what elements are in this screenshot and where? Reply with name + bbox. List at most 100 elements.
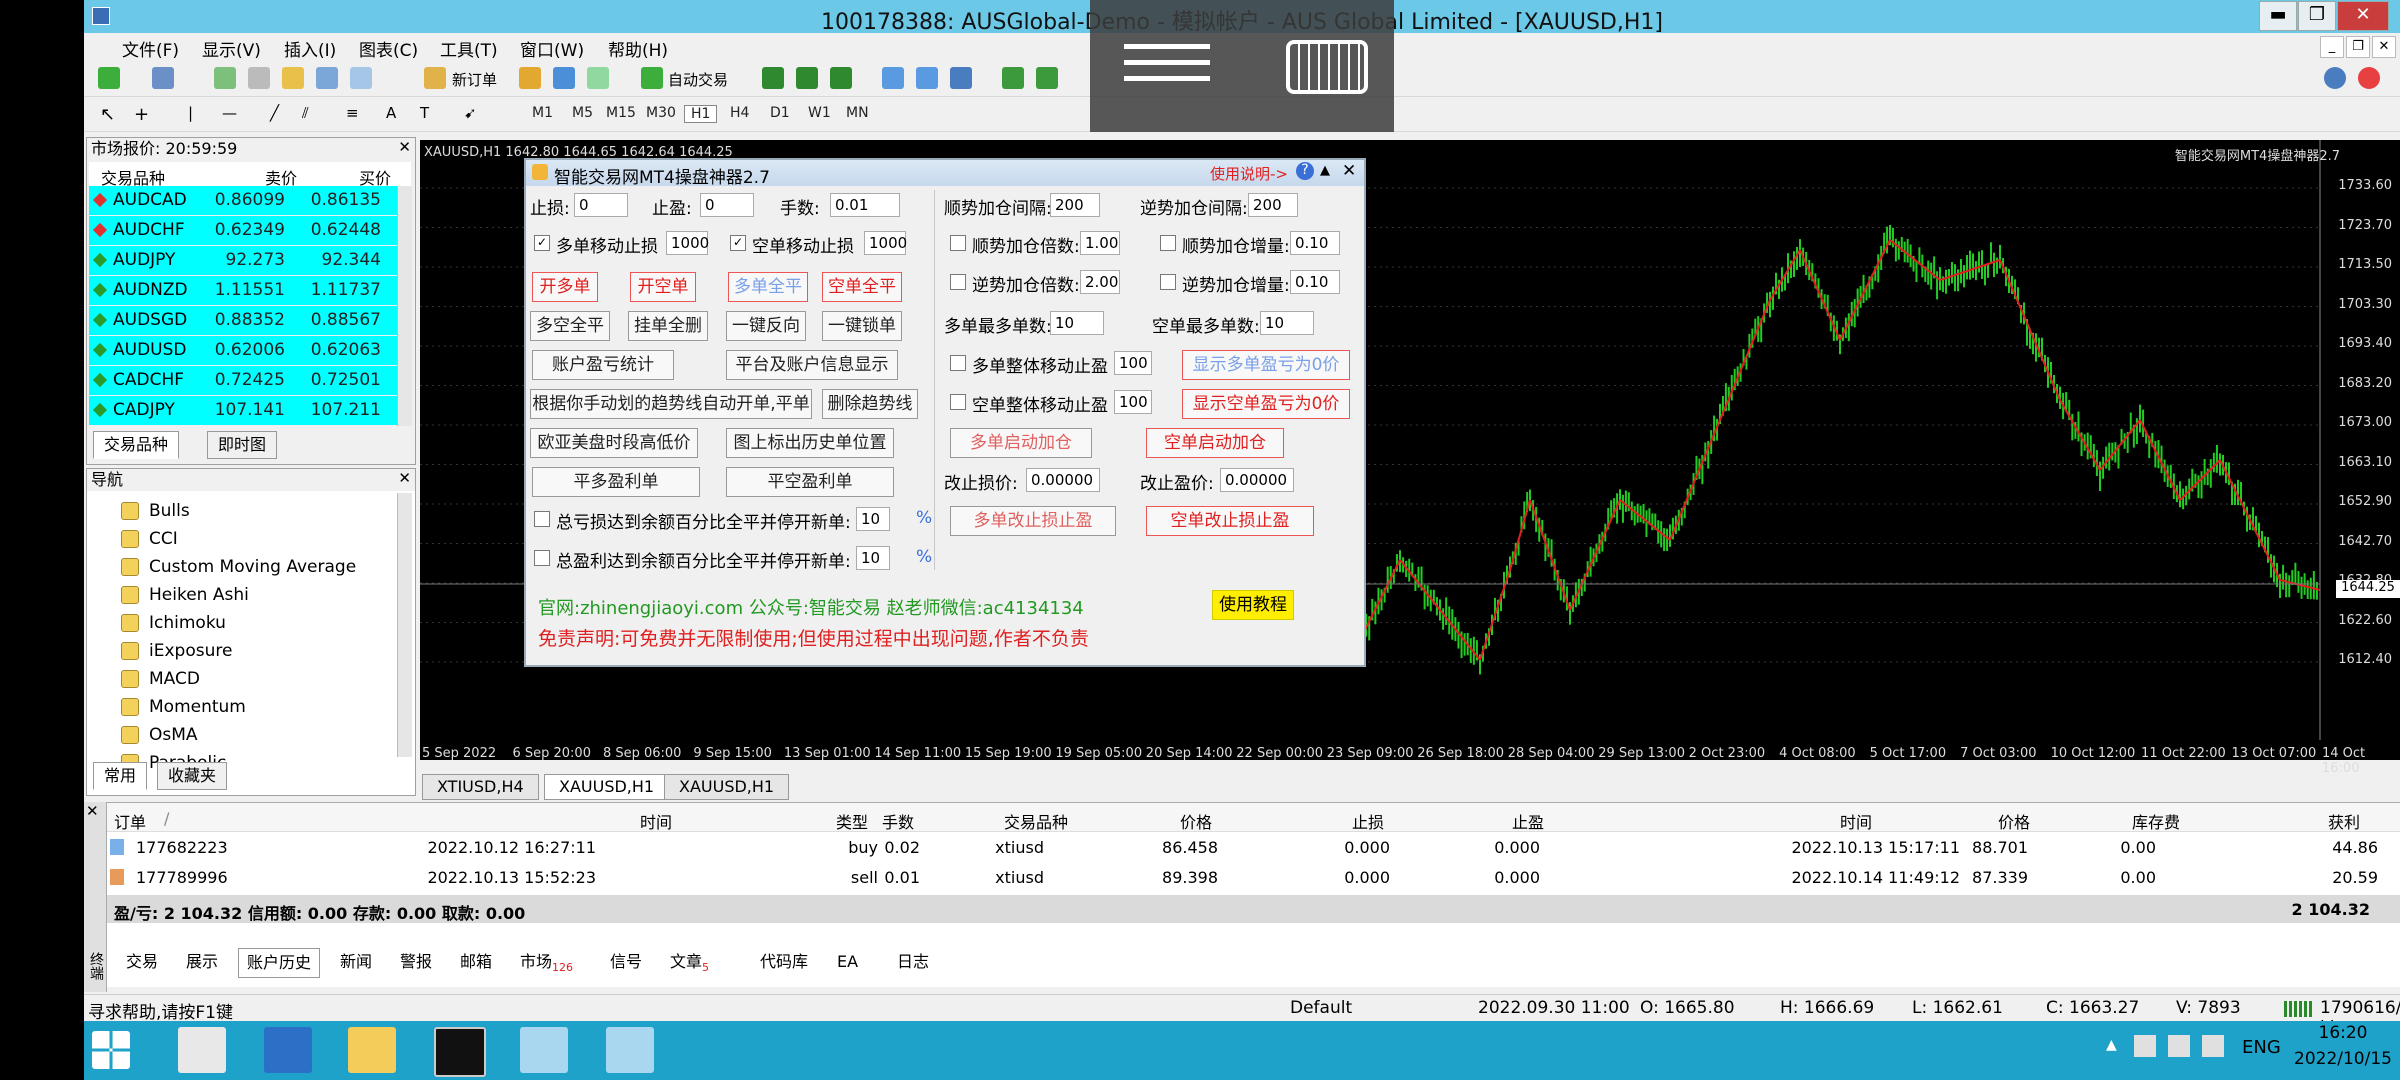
tp-input[interactable]: 0 bbox=[700, 193, 754, 217]
tf-w1[interactable]: W1 bbox=[808, 105, 831, 121]
order-row[interactable]: 177682223 2022.10.12 16:27:11 buy 0.02 xtius… bbox=[84, 833, 2400, 861]
terminal-tab[interactable]: 市场126 bbox=[512, 948, 581, 976]
market-watch-close-icon[interactable]: ✕ bbox=[398, 138, 411, 156]
tab-symbols[interactable]: 交易品种 bbox=[93, 431, 180, 459]
line-chart-icon[interactable] bbox=[830, 67, 852, 89]
metaeditor-icon[interactable] bbox=[519, 67, 541, 89]
data-window-icon[interactable] bbox=[248, 67, 270, 89]
sell-group-trail-input[interactable]: 100 bbox=[1114, 390, 1152, 414]
total-profit-input[interactable]: 10 bbox=[856, 546, 890, 570]
close-sell-profit-button[interactable]: 平空盈利单 bbox=[726, 467, 894, 497]
terminal-tab[interactable]: 新闻 bbox=[332, 948, 380, 976]
chart-tab-xtiusd-h4[interactable]: XTIUSD,H4 bbox=[422, 774, 539, 800]
close-all-buy-button[interactable]: 多单全平 bbox=[728, 272, 808, 302]
trend-inc-checkbox[interactable] bbox=[1160, 235, 1176, 251]
total-loss-checkbox[interactable] bbox=[534, 511, 550, 527]
terminal-tab[interactable]: 文章5 bbox=[662, 948, 717, 976]
ea-help-link[interactable]: 使用说明-> bbox=[1210, 163, 1288, 184]
terminal-tab[interactable]: 警报 bbox=[392, 948, 440, 976]
tf-m5[interactable]: M5 bbox=[572, 105, 593, 121]
search-icon[interactable] bbox=[2324, 67, 2346, 89]
navigator-close-icon[interactable]: ✕ bbox=[398, 469, 411, 487]
market-watch-row[interactable]: CADJPY 107.141 107.211 bbox=[89, 396, 397, 425]
ea-help-icon[interactable]: ? bbox=[1296, 162, 1314, 180]
bar-chart-icon[interactable] bbox=[762, 67, 784, 89]
market-watch-icon[interactable] bbox=[214, 67, 236, 89]
horizontal-line-icon[interactable]: — bbox=[222, 104, 237, 122]
tray-volume-icon[interactable] bbox=[2168, 1035, 2190, 1057]
tab-favorites[interactable]: 收藏夹 bbox=[157, 762, 228, 790]
radar-icon[interactable] bbox=[587, 67, 609, 89]
child-close-button[interactable]: ✕ bbox=[2372, 36, 2396, 58]
col-type[interactable]: 类型 bbox=[836, 809, 868, 833]
tile-windows-icon[interactable] bbox=[950, 67, 972, 89]
navigator-scrollbar[interactable] bbox=[397, 493, 412, 757]
tf-d1[interactable]: D1 bbox=[770, 105, 790, 121]
trend-interval-input[interactable]: 200 bbox=[1050, 193, 1100, 217]
sell-trail-checkbox[interactable]: ✓ bbox=[730, 235, 746, 251]
auto-trading-button[interactable]: 自动交易 bbox=[668, 69, 728, 90]
col-open-price[interactable]: 价格 bbox=[1180, 809, 1212, 833]
cursor-icon[interactable]: ↖ bbox=[100, 104, 115, 125]
ea-close-icon[interactable]: ✕ bbox=[1342, 161, 1356, 181]
terminal-close-icon[interactable]: ✕ bbox=[86, 802, 99, 820]
trend-inc-input[interactable]: 0.10 bbox=[1290, 231, 1340, 255]
buy-add-start-button[interactable]: 多单启动加仓 bbox=[950, 428, 1092, 458]
menu-view[interactable]: 显示(V) bbox=[202, 36, 261, 61]
strategy-tester-icon[interactable] bbox=[350, 67, 372, 89]
tray-language[interactable]: ENG bbox=[2242, 1037, 2281, 1058]
terminal-tab[interactable]: 邮箱 bbox=[452, 948, 500, 976]
platform-info-button[interactable]: 平台及账户信息显示 bbox=[726, 350, 898, 380]
counter-interval-input[interactable]: 200 bbox=[1248, 193, 1298, 217]
col-close-time[interactable]: 时间 bbox=[1840, 809, 1872, 833]
mt4-taskbar-icon-2[interactable] bbox=[606, 1027, 654, 1073]
navigator-item[interactable]: Momentum bbox=[121, 693, 246, 721]
col-sl[interactable]: 止损 bbox=[1352, 809, 1384, 833]
signals-icon[interactable] bbox=[553, 67, 575, 89]
total-profit-checkbox[interactable] bbox=[534, 550, 550, 566]
tray-time[interactable]: 16:20 bbox=[2298, 1023, 2388, 1043]
counter-mult-checkbox[interactable] bbox=[950, 274, 966, 290]
tray-network-icon[interactable] bbox=[2134, 1035, 2156, 1057]
close-all-button[interactable]: 多空全平 bbox=[530, 311, 610, 341]
menu-icon[interactable] bbox=[1124, 40, 1210, 84]
server-manager-icon[interactable] bbox=[178, 1027, 226, 1073]
buy-trail-input[interactable]: 1000 bbox=[666, 231, 709, 255]
cmd-icon[interactable] bbox=[434, 1027, 486, 1077]
sell-add-start-button[interactable]: 空单启动加仓 bbox=[1146, 428, 1284, 458]
tab-common[interactable]: 常用 bbox=[93, 762, 148, 790]
chart-shift-icon[interactable] bbox=[1002, 67, 1024, 89]
session-highlow-button[interactable]: 欧亚美盘时段高低价 bbox=[530, 428, 698, 458]
col-lots[interactable]: 手数 bbox=[882, 809, 914, 833]
zoom-in-icon[interactable] bbox=[882, 67, 904, 89]
menu-charts[interactable]: 图表(C) bbox=[359, 36, 418, 61]
new-chart-icon[interactable] bbox=[98, 67, 120, 89]
notifications-icon[interactable] bbox=[2358, 67, 2380, 89]
fibonacci-icon[interactable]: ≡ bbox=[346, 104, 359, 122]
keyboard-icon[interactable] bbox=[1286, 40, 1368, 94]
lock-button[interactable]: 一键锁单 bbox=[822, 311, 902, 341]
terminal-icon[interactable] bbox=[316, 67, 338, 89]
menu-help[interactable]: 帮助(H) bbox=[608, 36, 668, 61]
start-icon[interactable] bbox=[92, 1031, 130, 1069]
tray-date[interactable]: 2022/10/15 bbox=[2288, 1049, 2398, 1069]
arrows-icon[interactable]: ➹ bbox=[464, 104, 477, 122]
buy-group-trail-input[interactable]: 100 bbox=[1114, 351, 1152, 375]
menu-window[interactable]: 窗口(W) bbox=[520, 36, 584, 61]
navigator-item[interactable]: Bulls bbox=[121, 497, 190, 525]
terminal-tab[interactable]: 交易 bbox=[118, 948, 166, 976]
mark-history-button[interactable]: 图上标出历史单位置 bbox=[726, 428, 894, 458]
market-watch-row[interactable]: AUDJPY 92.273 92.344 bbox=[89, 246, 397, 275]
buy-trail-checkbox[interactable]: ✓ bbox=[534, 235, 550, 251]
market-watch-row[interactable]: CADCHF 0.72425 0.72501 bbox=[89, 366, 397, 395]
child-minimize-button[interactable]: _ bbox=[2320, 36, 2344, 58]
child-restore-button[interactable]: ❐ bbox=[2346, 36, 2370, 58]
tf-m15[interactable]: M15 bbox=[606, 105, 636, 121]
powershell-icon[interactable] bbox=[264, 1027, 312, 1073]
terminal-tab[interactable]: EA bbox=[829, 948, 866, 976]
show-sell-breakeven-button[interactable]: 显示空单盈亏为0价 bbox=[1182, 389, 1350, 419]
navigator-item[interactable]: Ichimoku bbox=[121, 609, 226, 637]
menu-tools[interactable]: 工具(T) bbox=[440, 36, 498, 61]
terminal-tab[interactable]: 展示 bbox=[178, 948, 226, 976]
tf-h1[interactable]: H1 bbox=[684, 105, 718, 123]
